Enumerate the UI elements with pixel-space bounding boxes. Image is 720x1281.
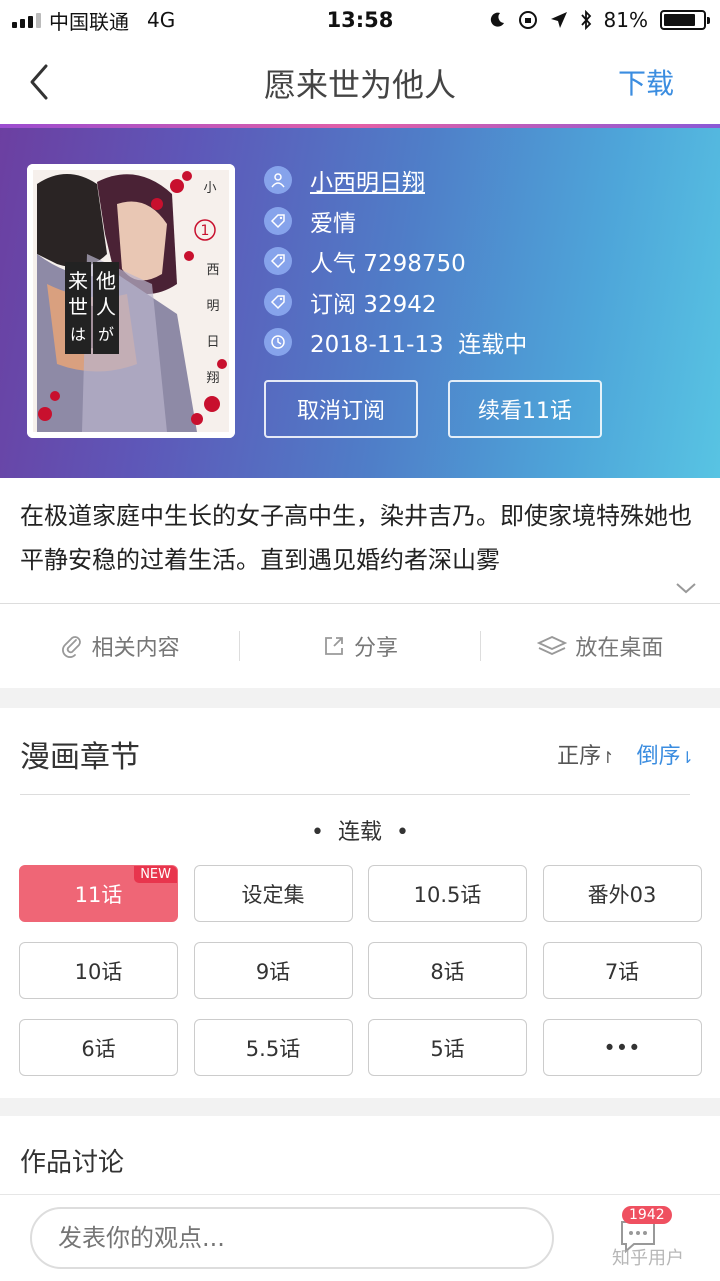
user-icon [264, 166, 292, 194]
svg-text:日: 日 [206, 335, 219, 350]
share-button[interactable]: 分享 [240, 630, 479, 662]
download-button[interactable]: 下载 [618, 62, 674, 102]
chapter-button[interactable]: 6话 [19, 1019, 178, 1076]
update-row: 2018-11-13 连载中 [264, 322, 527, 362]
genre-row: 爱情 [264, 201, 527, 241]
new-badge: NEW [134, 866, 177, 883]
page-title: 愿来世为他人 [263, 66, 456, 104]
svg-text:1: 1 [201, 223, 210, 239]
related-content-button[interactable]: 相关内容 [0, 630, 239, 662]
chapter-button[interactable]: 番外03 [542, 865, 702, 922]
divider [20, 794, 690, 795]
tag-icon [264, 287, 292, 316]
network-type: 4G [147, 8, 176, 32]
moon-icon [490, 12, 504, 27]
share-icon [325, 637, 343, 655]
layers-icon [537, 636, 568, 655]
battery-icon [660, 10, 710, 30]
update-text: 2018-11-13 连载中 [310, 332, 528, 358]
chapter-label: 7话 [604, 959, 640, 984]
comic-info: 小西明日翔 爱情 人气 7298750 订阅 32942 2018-11-13 … [264, 160, 527, 363]
svg-text:他: 他 [96, 269, 116, 293]
chapter-label: 设定集 [241, 882, 305, 907]
add-to-desktop-button[interactable]: 放在桌面 [481, 630, 720, 662]
genre-text: 爱情 [310, 210, 356, 237]
chapter-section-title: 漫画章节 [20, 740, 140, 775]
comic-header: 来 世 は 他 人 が 小 1 西 明 日 翔 小西明日翔 爱情 人气 7298… [0, 124, 720, 478]
chapter-label: 10话 [74, 959, 123, 984]
more-chapters-button[interactable]: ••• [542, 1019, 702, 1076]
chapter-label: 9话 [255, 959, 291, 984]
subscription-row: 订阅 32942 [264, 282, 527, 322]
chapter-button[interactable]: 9话 [193, 942, 353, 999]
svg-text:小: 小 [203, 181, 216, 196]
comment-count-badge: 1942 [622, 1206, 672, 1224]
sort-ascending-button[interactable]: 正序↾ [557, 738, 614, 770]
chapter-button[interactable]: 11话 NEW [19, 865, 178, 922]
status-bar: 中国联通 4G 13:58 81% [0, 0, 720, 40]
chapter-label: ••• [603, 1035, 641, 1060]
navigation-bar: 愿来世为他人 下载 [0, 40, 720, 124]
chapter-label: 6话 [81, 1036, 116, 1061]
action-bar: 相关内容 分享 放在桌面 [0, 604, 720, 688]
tag-icon [264, 206, 292, 235]
chapter-label: 番外03 [587, 882, 657, 907]
share-label: 分享 [353, 636, 398, 661]
svg-text:が: が [98, 325, 114, 344]
paperclip-icon [61, 636, 81, 658]
svg-text:は: は [70, 325, 86, 344]
chapter-label: 5话 [430, 1036, 465, 1061]
chevron-down-icon[interactable] [674, 580, 698, 596]
author-row[interactable]: 小西明日翔 [264, 160, 527, 200]
chapter-grid: 11话 NEW 设定集 10.5话 番外03 10话 9话 8话 7话 6话 5.5话 5话 ••• [19, 865, 702, 1076]
svg-text:人: 人 [96, 295, 116, 319]
popularity-row: 人气 7298750 [264, 241, 527, 281]
author-link[interactable]: 小西明日翔 [310, 163, 425, 197]
discussion-section: 作品讨论 1942 知乎用户 [0, 1116, 720, 1281]
svg-text:翔: 翔 [206, 371, 219, 386]
bluetooth-icon [580, 10, 591, 30]
svg-text:世: 世 [68, 295, 88, 319]
description-text: 在极道家庭中生长的女子高中生，染井吉乃。即使家境特殊她也平静安稳的过着生活。直到… [0, 478, 720, 604]
svg-text:来: 来 [68, 269, 88, 293]
chapter-button[interactable]: 设定集 [193, 865, 353, 922]
chapter-label: 11话 [74, 882, 123, 907]
popularity-text: 人气 7298750 [310, 251, 466, 277]
rotation-lock-icon [518, 11, 537, 29]
chapter-button[interactable]: 7话 [542, 942, 702, 999]
chapter-label: 5.5话 [245, 1036, 301, 1061]
chapter-label: 10.5话 [413, 882, 482, 907]
battery-percent: 81% [603, 8, 648, 32]
continue-reading-button[interactable]: 续看11话 [448, 380, 602, 438]
signal-strength-icon [12, 12, 41, 28]
unsubscribe-button[interactable]: 取消订阅 [264, 380, 418, 438]
chapter-section: 漫画章节 正序↾ 倒序⇂ • 连载 • 11话 NEW 设定集 10.5话 番外03 10… [0, 708, 720, 1098]
location-icon [550, 12, 567, 28]
watermark: 知乎用户 [612, 1248, 684, 1269]
chapter-button[interactable]: 8话 [368, 942, 527, 999]
add-to-desktop-label: 放在桌面 [575, 636, 664, 661]
discussion-title: 作品讨论 [20, 1148, 125, 1178]
chapter-button[interactable]: 5话 [368, 1019, 527, 1076]
svg-text:明: 明 [206, 299, 219, 314]
carrier-name: 中国联通 [49, 9, 129, 34]
chapter-button[interactable]: 5.5话 [193, 1019, 353, 1076]
clock-icon [264, 328, 292, 356]
chapter-button[interactable]: 10话 [19, 942, 178, 999]
related-content-label: 相关内容 [91, 636, 180, 661]
section-label: • 连载 • [311, 820, 409, 845]
comment-input[interactable] [30, 1207, 554, 1269]
sort-descending-button[interactable]: 倒序⇂ [637, 738, 694, 770]
tag-icon [264, 247, 292, 275]
cover-image[interactable]: 来 世 は 他 人 が 小 1 西 明 日 翔 [27, 164, 235, 438]
chapter-label: 8话 [430, 959, 465, 984]
sort-toggle: 正序↾ 倒序⇂ [557, 738, 694, 770]
subscription-text: 订阅 32942 [310, 291, 437, 318]
chapter-button[interactable]: 10.5话 [368, 865, 527, 922]
svg-text:西: 西 [206, 263, 219, 278]
divider [0, 1194, 720, 1195]
